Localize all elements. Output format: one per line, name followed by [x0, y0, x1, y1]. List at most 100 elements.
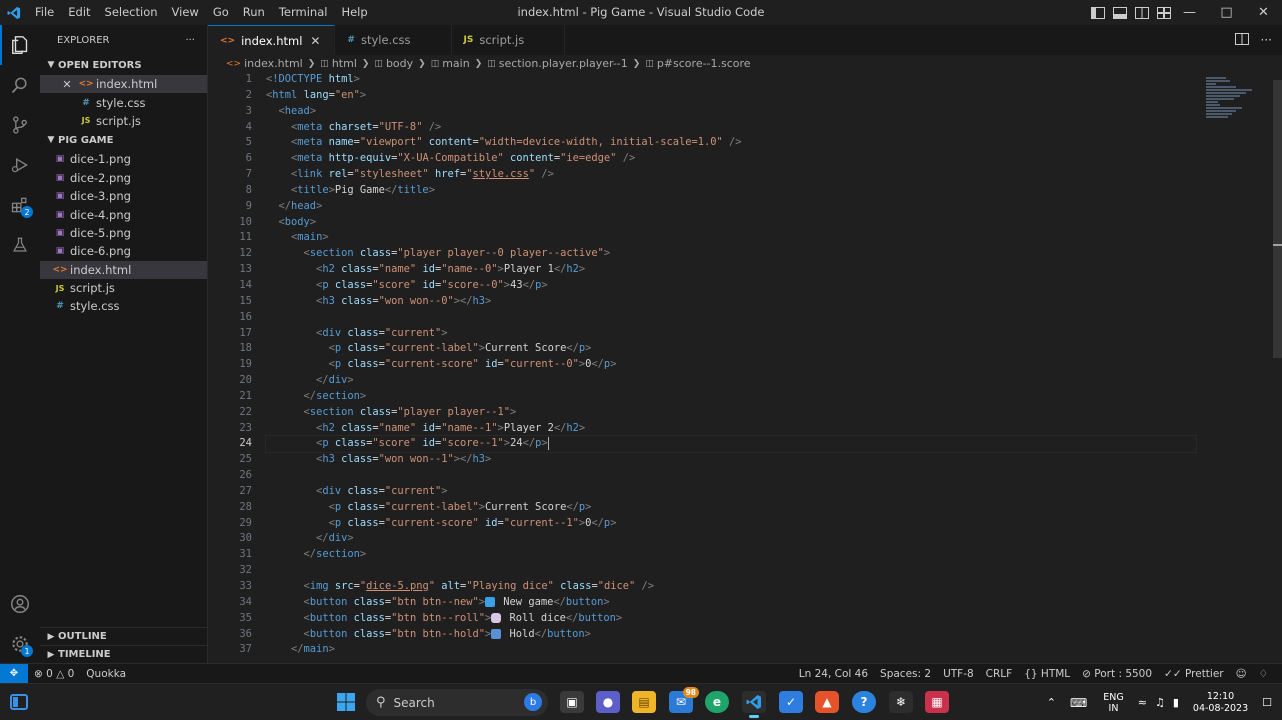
breadcrumb-item[interactable]: section.player.player--1 — [499, 57, 628, 70]
status-bar: ✥ ⊗ 0 △ 0 Quokka Ln 24, Col 46 Spaces: 2… — [0, 663, 1282, 684]
wifi-icon[interactable]: ≈ — [1138, 696, 1147, 709]
vscode-taskbar-icon[interactable] — [742, 691, 766, 718]
accounts-icon[interactable] — [0, 584, 40, 624]
search-icon[interactable] — [0, 65, 40, 105]
image-file-icon: ▣ — [55, 227, 65, 238]
notification-center-icon[interactable]: ☐ — [1262, 696, 1272, 709]
battery-icon[interactable]: ▮ — [1173, 696, 1179, 709]
breadcrumb-item[interactable]: body — [386, 57, 413, 70]
html-file-icon: <> — [220, 35, 236, 46]
code-lines[interactable]: <!DOCTYPE html> <html lang="en"> <head> … — [265, 72, 1197, 658]
close-window-button[interactable]: ✕ — [1245, 0, 1282, 25]
outline-header[interactable]: ▶ OUTLINE — [40, 627, 208, 645]
breadcrumb-item[interactable]: index.html — [244, 57, 303, 70]
menu-view[interactable]: View — [165, 0, 206, 25]
scrollbar-thumb[interactable] — [1273, 80, 1282, 358]
testing-icon[interactable] — [0, 225, 40, 265]
explorer-icon[interactable] — [0, 25, 40, 65]
breadcrumb-item[interactable]: p#score--1.score — [657, 57, 751, 70]
toggle-secondary-sidebar-icon[interactable] — [1134, 6, 1150, 20]
maximize-button[interactable]: □ — [1208, 0, 1245, 25]
remote-indicator-icon[interactable]: ✥ — [0, 663, 28, 684]
brave-browser-icon[interactable]: ▲ — [815, 691, 839, 713]
toggle-primary-sidebar-icon[interactable] — [1090, 6, 1106, 20]
live-server-port[interactable]: ⊘ Port : 5500 — [1076, 668, 1158, 680]
windows-start-icon[interactable] — [334, 691, 358, 713]
language-mode[interactable]: {} HTML — [1018, 668, 1076, 680]
file-item[interactable]: ▣ dice-1.png — [40, 150, 207, 168]
extensions-icon[interactable]: 2 — [0, 185, 40, 225]
run-debug-icon[interactable] — [0, 145, 40, 185]
toggle-panel-icon[interactable] — [1112, 6, 1128, 20]
breadcrumb-item[interactable]: html — [332, 57, 357, 70]
open-editors-header[interactable]: ▼ OPEN EDITORS — [40, 55, 207, 75]
app-icon[interactable]: ▦ — [925, 691, 949, 713]
clock[interactable]: 12:10 04-08-2023 — [1193, 691, 1248, 715]
split-editor-icon[interactable] — [1234, 32, 1249, 48]
end-of-line[interactable]: CRLF — [980, 668, 1019, 680]
folder-header[interactable]: ▼ PIG GAME — [40, 130, 207, 150]
explorer-more-button[interactable]: ··· — [185, 35, 195, 46]
file-item[interactable]: ▣ dice-3.png — [40, 187, 207, 205]
snowflake-app-icon[interactable]: ❄ — [889, 691, 913, 713]
file-item[interactable]: JS script.js — [40, 279, 207, 297]
file-item[interactable]: ▣ dice-5.png — [40, 224, 207, 242]
prettier-status[interactable]: ✓✓ Prettier — [1158, 668, 1230, 680]
menu-file[interactable]: File — [28, 0, 61, 25]
element-icon: ◫ — [374, 58, 383, 69]
more-actions-icon[interactable]: ··· — [1261, 33, 1272, 47]
close-icon[interactable]: ✕ — [60, 78, 74, 91]
edge-browser-icon[interactable]: e — [705, 691, 729, 713]
notifications-bell-icon[interactable]: ♢ — [1253, 668, 1274, 680]
close-icon[interactable]: ✕ — [310, 34, 324, 48]
keyboard-icon[interactable]: ⌨ — [1070, 696, 1087, 710]
widgets-icon[interactable] — [8, 691, 30, 713]
open-editor-item[interactable]: ✕ <> index.html — [40, 75, 207, 94]
help-icon[interactable]: ? — [852, 691, 876, 713]
minimap[interactable] — [1206, 76, 1256, 132]
task-view-icon[interactable]: ▣ — [560, 691, 584, 713]
activity-bar: 2 1 — [0, 25, 40, 663]
timeline-header[interactable]: ▶ TIMELINE — [40, 645, 208, 663]
file-item[interactable]: <> index.html — [40, 260, 207, 279]
quokka-item[interactable]: Quokka — [80, 668, 132, 680]
menu-edit[interactable]: Edit — [61, 0, 97, 25]
tab-script-js[interactable]: JS script.js — [451, 25, 566, 55]
feedback-icon[interactable]: ☺ — [1230, 668, 1253, 680]
vertical-scrollbar[interactable] — [1273, 72, 1282, 663]
minimize-button[interactable]: — — [1171, 0, 1208, 25]
manage-gear-icon[interactable]: 1 — [0, 624, 40, 664]
input-language[interactable]: ENG IN — [1103, 692, 1123, 714]
image-file-icon: ▣ — [55, 154, 65, 165]
customize-layout-icon[interactable] — [1156, 6, 1172, 20]
mail-icon[interactable]: ✉ 98 — [669, 687, 699, 713]
source-control-icon[interactable] — [0, 105, 40, 145]
menu-selection[interactable]: Selection — [98, 0, 165, 25]
breadcrumb-item[interactable]: main — [442, 57, 469, 70]
open-editor-item[interactable]: JS script.js — [40, 112, 207, 130]
encoding[interactable]: UTF-8 — [937, 668, 980, 680]
open-editor-item[interactable]: # style.css — [40, 93, 207, 111]
indentation[interactable]: Spaces: 2 — [874, 668, 937, 680]
menu-run[interactable]: Run — [236, 0, 272, 25]
code-editor[interactable]: 1 2 3 4 5 6 7 8 9 10 11 12 13 14 15 16 17 18 19 20 21 22 23 24 2… — [208, 72, 1282, 663]
tab-index-html[interactable]: <> index.html ✕ — [208, 25, 336, 55]
file-explorer-icon[interactable]: ▤ — [632, 691, 656, 713]
line-number: 37 — [239, 643, 252, 656]
teams-chat-icon[interactable]: ● — [596, 691, 620, 713]
file-item[interactable]: ▣ dice-2.png — [40, 169, 207, 187]
menu-go[interactable]: Go — [206, 0, 236, 25]
tab-style-css[interactable]: # style.css — [335, 25, 452, 55]
cursor-position[interactable]: Ln 24, Col 46 — [793, 668, 874, 680]
code-line: <link rel="stylesheet" href="style.css" … — [291, 168, 554, 181]
menu-terminal[interactable]: Terminal — [272, 0, 335, 25]
todo-icon[interactable]: ✓ — [779, 691, 803, 713]
file-item[interactable]: ▣ dice-6.png — [40, 242, 207, 260]
problems-indicator[interactable]: ⊗ 0 △ 0 — [28, 668, 80, 680]
menu-help[interactable]: Help — [334, 0, 374, 25]
file-item[interactable]: ▣ dice-4.png — [40, 205, 207, 223]
volume-icon[interactable]: ♫ — [1155, 696, 1165, 709]
taskbar-search[interactable]: ⚲ Search b — [366, 689, 548, 716]
chevron-up-icon[interactable]: ⌃ — [1047, 696, 1056, 709]
file-item[interactable]: # style.css — [40, 297, 207, 315]
